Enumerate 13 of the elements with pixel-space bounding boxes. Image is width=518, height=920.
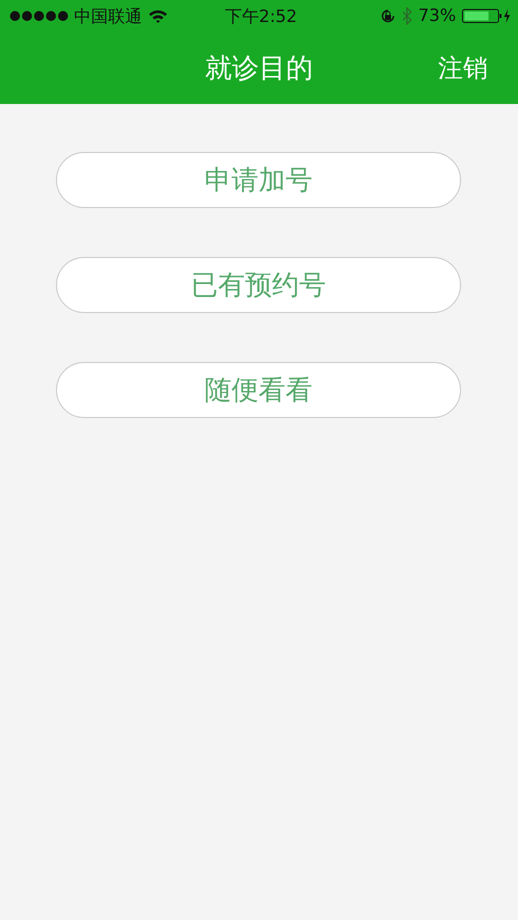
carrier-name: 中国联通: [74, 6, 142, 28]
bluetooth-icon: [402, 7, 412, 25]
signal-icon: [10, 11, 68, 21]
option-button[interactable]: 随便看看: [56, 362, 461, 418]
option-button[interactable]: 已有预约号: [56, 257, 461, 313]
battery-percent: 73%: [418, 6, 456, 26]
option-button[interactable]: 申请加号: [56, 152, 461, 208]
page-title: 就诊目的: [205, 52, 313, 86]
clock-time: 下午2:52: [224, 6, 298, 26]
logout-button[interactable]: 注销: [438, 52, 488, 84]
battery-charging-icon: [462, 8, 512, 24]
rotation-lock-icon: [380, 8, 396, 24]
wifi-icon: [148, 9, 168, 23]
